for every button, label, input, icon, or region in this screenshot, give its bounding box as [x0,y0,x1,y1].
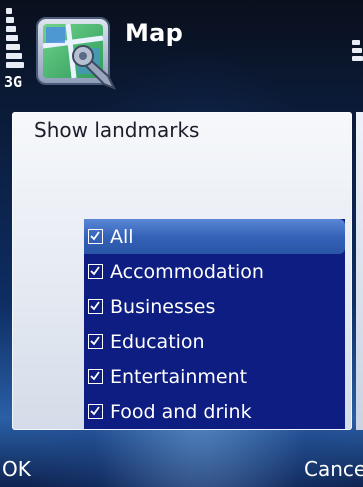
list-item-food-and-drink[interactable]: Food and drink [84,394,345,429]
list-item-label: Entertainment [110,365,248,388]
checkbox-checked-icon[interactable] [88,404,103,419]
dialog-title: Show landmarks [34,118,200,142]
checkbox-checked-icon[interactable] [88,369,103,384]
softkey-bar: OK Cancel [0,445,363,487]
list-item-label: Accommodation [110,260,264,283]
network-type-label: 3G [4,73,23,91]
battery-icon [352,40,363,80]
list-item-label: Education [110,330,205,353]
list-item-all[interactable]: All [84,219,345,254]
map-app-icon [34,12,122,98]
landmark-category-list: All Accommodation Businesses Education E… [84,219,345,429]
list-item-label: Businesses [110,295,216,318]
ok-softkey[interactable]: OK [2,457,31,481]
list-item-businesses[interactable]: Businesses [84,289,345,324]
status-bar: 3G Map [0,0,363,110]
list-item-accommodation[interactable]: Accommodation [84,254,345,289]
cancel-softkey[interactable]: Cancel [304,457,363,481]
phone-screen: 3G Map Show landmarks All Accommodation … [0,0,363,487]
background-panel-edge [356,112,363,430]
signal-strength-icon [6,8,24,70]
checkbox-checked-icon[interactable] [88,299,103,314]
checkbox-checked-icon[interactable] [88,229,103,244]
app-title: Map [125,19,184,47]
list-item-label: All [110,225,134,248]
list-item-education[interactable]: Education [84,324,345,359]
checkbox-checked-icon[interactable] [88,264,103,279]
list-item-entertainment[interactable]: Entertainment [84,359,345,394]
list-item-label: Food and drink [110,400,252,423]
checkbox-checked-icon[interactable] [88,334,103,349]
